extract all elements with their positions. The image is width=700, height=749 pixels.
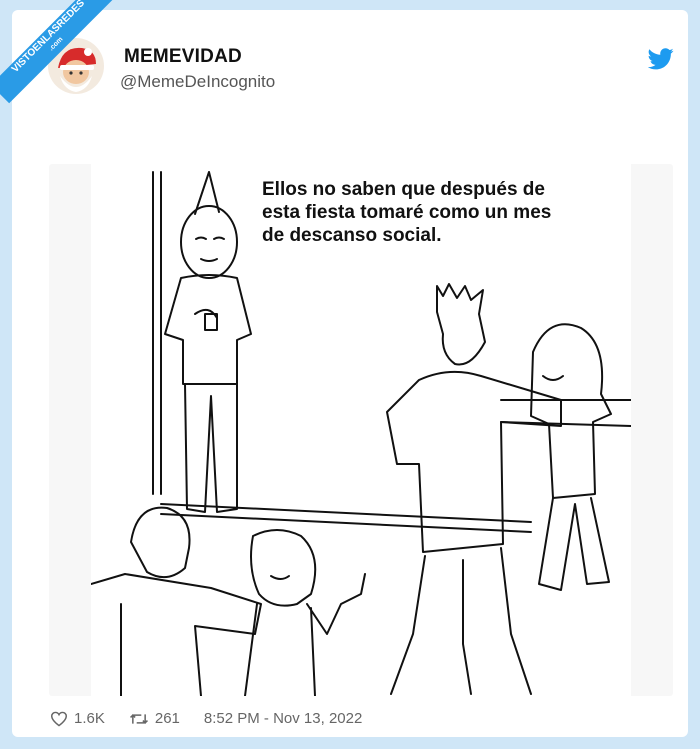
like-count[interactable]: 1.6K: [74, 710, 105, 727]
meme-caption: Ellos no saben que después de esta fiest…: [262, 179, 552, 246]
author-name[interactable]: MEMEVIDAD: [124, 46, 242, 68]
heart-icon[interactable]: [50, 711, 68, 727]
twitter-bird-icon[interactable]: [648, 48, 674, 70]
author-handle[interactable]: @MemeDeIncognito: [120, 72, 275, 92]
tweet-card: VISTOENLASREDES .com MEMEVIDAD @MemeDeIn…: [0, 0, 688, 737]
retweet-count[interactable]: 261: [155, 710, 180, 727]
tweet-footer: 1.6K 261 8:52 PM - Nov 13, 2022: [50, 710, 362, 727]
timestamp[interactable]: 8:52 PM - Nov 13, 2022: [204, 710, 362, 727]
retweet-icon[interactable]: [129, 711, 149, 727]
